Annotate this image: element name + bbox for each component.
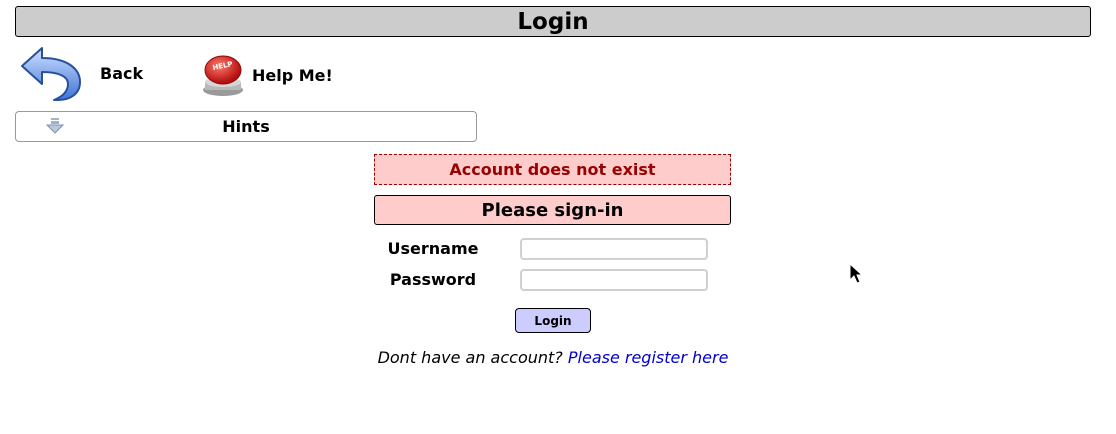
help-button-icon: HELP [203,55,243,96]
back-arrow-icon [21,47,81,101]
username-label: Username [387,239,479,258]
hints-toggle[interactable]: Hints [15,111,477,142]
arrow-down-icon [46,118,64,134]
help-label: Help Me! [252,65,333,85]
password-input[interactable] [520,269,708,291]
hints-label: Hints [222,117,270,136]
page-title: Login [15,6,1091,37]
login-button[interactable]: Login [515,308,591,333]
mouse-pointer-icon [849,263,863,284]
register-link[interactable]: Please register here [568,348,729,367]
back-label: Back [100,63,144,83]
username-input[interactable] [520,238,708,260]
password-label: Password [389,270,477,289]
login-page: Login Back HELP Help Me! Hints Account d… [0,0,1116,434]
register-line: Dont have an account? Please register he… [0,348,1106,367]
error-message: Account does not exist [374,154,731,185]
signin-header: Please sign-in [374,195,731,225]
register-prompt: Dont have an account? [377,348,563,367]
back-link[interactable]: Back [18,44,143,102]
help-link[interactable]: HELP Help Me! [200,52,333,98]
